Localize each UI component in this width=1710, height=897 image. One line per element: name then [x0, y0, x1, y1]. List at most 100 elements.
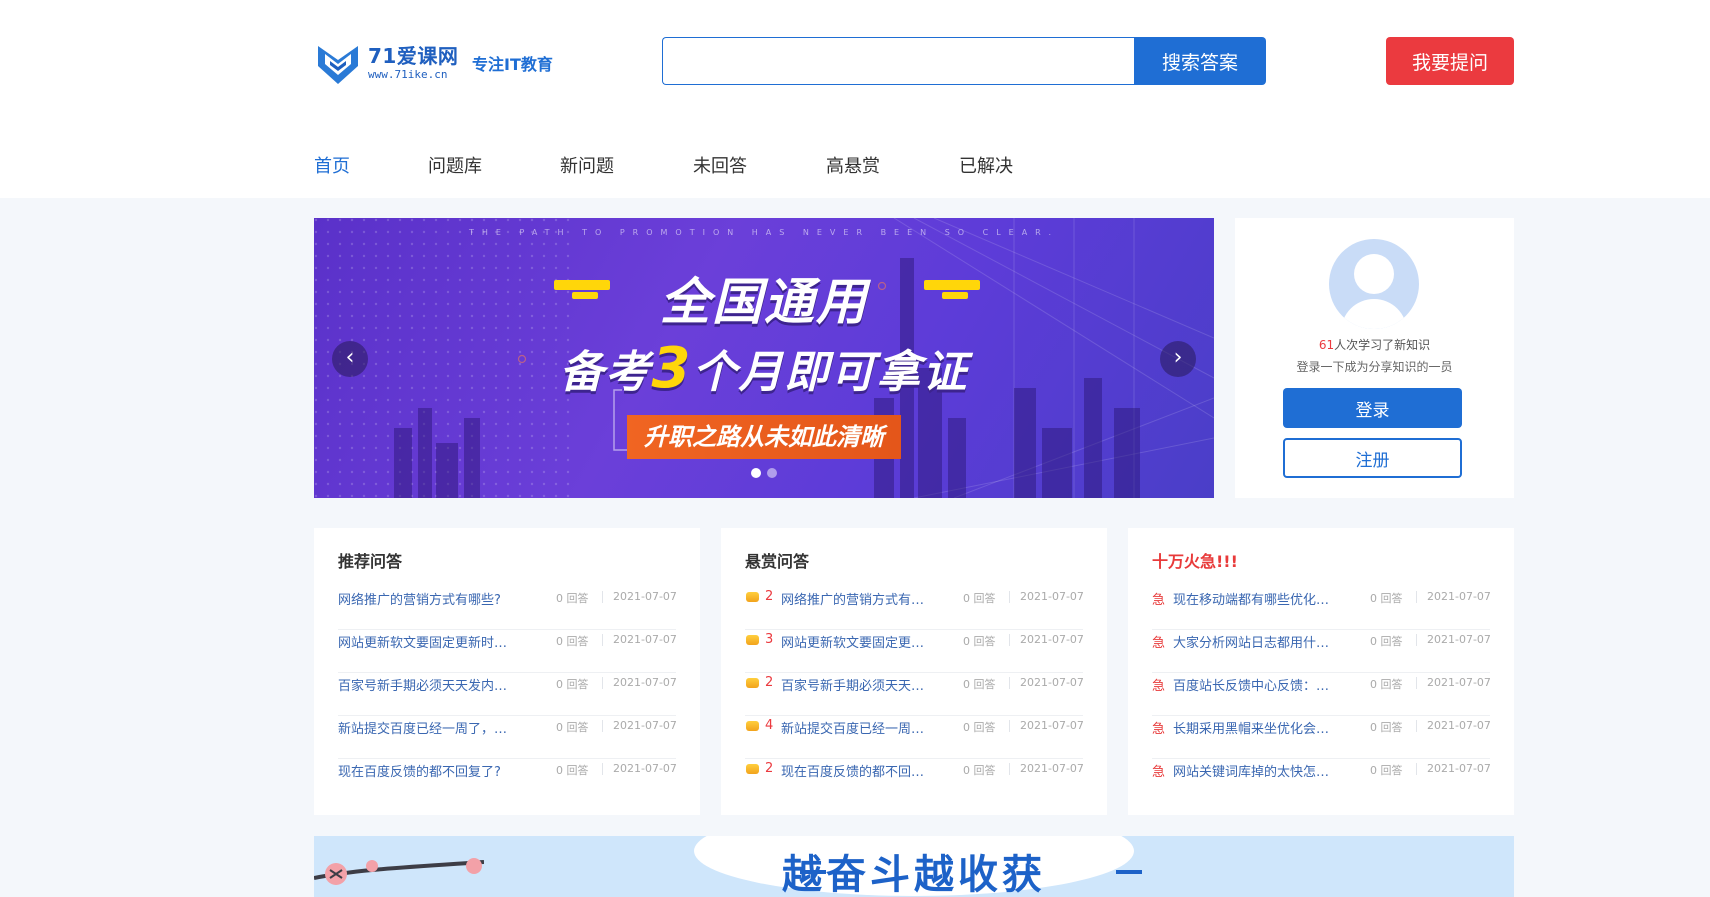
- question-row[interactable]: 现在百度反馈的都不回复了? 0 回答 2021-07-07: [338, 755, 677, 802]
- nav-item-solved[interactable]: 已解决: [959, 152, 1013, 178]
- question-title-link[interactable]: 现在移动端都有哪些优化…: [1173, 589, 1329, 608]
- reward-amount: 2: [765, 589, 774, 604]
- answer-count: 0 回答: [963, 678, 996, 691]
- question-row[interactable]: 2 现在百度反馈的都不回… 0 回答 2021-07-07: [745, 755, 1084, 802]
- urgent-qa-panel: 十万火急!!! 急现在移动端都有哪些优化… 0 回答 2021-07-07 急大家分析…: [1128, 528, 1514, 815]
- question-title-link[interactable]: 长期采用黑帽来坐优化会…: [1173, 718, 1329, 737]
- nav-item-new-questions[interactable]: 新问题: [560, 152, 614, 178]
- banner-prev-button[interactable]: ‹: [332, 341, 368, 377]
- ask-question-button[interactable]: 我要提问: [1386, 37, 1514, 85]
- question-title-link[interactable]: 百度站长反馈中心反馈：…: [1173, 675, 1329, 694]
- nav-item-question-bank[interactable]: 问题库: [428, 152, 482, 178]
- question-row[interactable]: 4 新站提交百度已经一周… 0 回答 2021-07-07: [745, 712, 1084, 759]
- answer-count: 0 回答: [556, 678, 589, 691]
- answer-count: 0 回答: [556, 635, 589, 648]
- question-title-link[interactable]: 新站提交百度已经一周了，…: [338, 718, 507, 737]
- invite-text: 登录一下成为分享知识的一员: [1296, 360, 1453, 374]
- divider: [602, 720, 603, 732]
- answer-count: 0 回答: [963, 592, 996, 605]
- learn-stat: 61人次学习了新知识: [1235, 336, 1514, 353]
- urgent-mark: 急: [1152, 593, 1166, 608]
- search-button[interactable]: 搜索答案: [1134, 37, 1266, 85]
- question-date: 2021-07-07: [613, 590, 677, 603]
- logo-url: www.71ike.cn: [368, 68, 448, 81]
- question-row[interactable]: 急现在移动端都有哪些优化… 0 回答 2021-07-07: [1152, 583, 1491, 630]
- question-date: 2021-07-07: [1020, 590, 1084, 603]
- question-date: 2021-07-07: [613, 762, 677, 775]
- reward-amount: 2: [765, 675, 774, 690]
- question-date: 2021-07-07: [1427, 762, 1491, 775]
- question-row[interactable]: 3 网站更新软文要固定更… 0 回答 2021-07-07: [745, 626, 1084, 673]
- answer-count: 0 回答: [1370, 764, 1403, 777]
- answer-count: 0 回答: [556, 592, 589, 605]
- divider: [1009, 634, 1010, 646]
- banner-title-line2-number: 3: [651, 336, 693, 401]
- question-title-link[interactable]: 网站更新软文要固定更…: [781, 632, 924, 651]
- question-title-link[interactable]: 网络推广的营销方式有哪些?: [338, 589, 501, 608]
- question-date: 2021-07-07: [1427, 633, 1491, 646]
- divider: [602, 677, 603, 689]
- learn-count: 61: [1318, 338, 1335, 352]
- question-date: 2021-07-07: [613, 633, 677, 646]
- site-logo[interactable]: 71爱课网 www.71ike.cn 专注IT教育: [316, 38, 576, 88]
- recommended-qa-panel: 推荐问答 网络推广的营销方式有哪些? 0 回答 2021-07-07 网站更新软文要固…: [314, 528, 700, 815]
- banner-title-line2-prefix: 备考: [559, 347, 652, 398]
- coin-icon: [746, 721, 759, 731]
- question-title-link[interactable]: 新站提交百度已经一周…: [781, 718, 924, 737]
- question-row[interactable]: 急长期采用黑帽来坐优化会… 0 回答 2021-07-07: [1152, 712, 1491, 759]
- search-box: 搜索答案: [662, 37, 1266, 85]
- question-title-link[interactable]: 百家号新手期必须天天发内…: [338, 675, 507, 694]
- divider: [602, 591, 603, 603]
- banner-next-button[interactable]: ›: [1160, 341, 1196, 377]
- panel-title: 悬赏问答: [745, 552, 810, 571]
- question-title-link[interactable]: 网络推广的营销方式有…: [781, 589, 924, 608]
- question-date: 2021-07-07: [1020, 676, 1084, 689]
- learn-text: 人次学习了新知识: [1334, 338, 1431, 352]
- search-input[interactable]: [662, 37, 1135, 85]
- answer-count: 0 回答: [963, 635, 996, 648]
- promo-banner[interactable]: THE PATH TO PROMOTION HAS NEVER BEEN SO …: [314, 218, 1214, 498]
- bottom-banner[interactable]: 越奋斗越收获: [314, 836, 1514, 897]
- question-title-link[interactable]: 百家号新手期必须天天…: [781, 675, 924, 694]
- question-title-link[interactable]: 现在百度反馈的都不回复了?: [338, 761, 501, 780]
- question-row[interactable]: 网络推广的营销方式有哪些? 0 回答 2021-07-07: [338, 583, 677, 630]
- nav-item-unanswered[interactable]: 未回答: [693, 152, 747, 178]
- question-row[interactable]: 急网站关键词库掉的太快怎… 0 回答 2021-07-07: [1152, 755, 1491, 802]
- reward-amount: 4: [765, 718, 774, 733]
- divider: [1416, 720, 1417, 732]
- banner-indicator-1[interactable]: [751, 468, 761, 478]
- question-title-link[interactable]: 现在百度反馈的都不回…: [781, 761, 924, 780]
- question-row[interactable]: 百家号新手期必须天天发内… 0 回答 2021-07-07: [338, 669, 677, 716]
- question-date: 2021-07-07: [1020, 762, 1084, 775]
- banner-tagline: THE PATH TO PROMOTION HAS NEVER BEEN SO …: [469, 228, 1059, 237]
- question-row[interactable]: 2 网络推广的营销方式有… 0 回答 2021-07-07: [745, 583, 1084, 630]
- question-row[interactable]: 2 百家号新手期必须天天… 0 回答 2021-07-07: [745, 669, 1084, 716]
- nav-item-home[interactable]: 首页: [314, 152, 350, 178]
- login-button[interactable]: 登录: [1283, 388, 1462, 428]
- avatar-head: [1354, 254, 1394, 294]
- question-date: 2021-07-07: [613, 676, 677, 689]
- answer-count: 0 回答: [1370, 678, 1403, 691]
- question-title-link[interactable]: 网站更新软文要固定更新时…: [338, 632, 507, 651]
- question-date: 2021-07-07: [613, 719, 677, 732]
- banner-indicator-2[interactable]: [767, 468, 777, 478]
- question-row[interactable]: 急大家分析网站日志都用什… 0 回答 2021-07-07: [1152, 626, 1491, 673]
- divider: [1416, 763, 1417, 775]
- question-date: 2021-07-07: [1427, 676, 1491, 689]
- logo-slogan: 专注IT教育: [472, 55, 553, 74]
- question-date: 2021-07-07: [1020, 719, 1084, 732]
- register-button[interactable]: 注册: [1283, 438, 1462, 478]
- question-title-link[interactable]: 网站关键词库掉的太快怎…: [1173, 761, 1329, 780]
- panel-title: 推荐问答: [338, 552, 403, 571]
- question-row[interactable]: 新站提交百度已经一周了，… 0 回答 2021-07-07: [338, 712, 677, 759]
- banner-title-line2: 备考3个月即可拿证: [314, 336, 1214, 401]
- question-date: 2021-07-07: [1020, 633, 1084, 646]
- urgent-mark: 急: [1152, 722, 1166, 737]
- coin-icon: [746, 635, 759, 645]
- question-title-link[interactable]: 大家分析网站日志都用什…: [1173, 632, 1329, 651]
- question-row[interactable]: 急百度站长反馈中心反馈：… 0 回答 2021-07-07: [1152, 669, 1491, 716]
- question-row[interactable]: 网站更新软文要固定更新时… 0 回答 2021-07-07: [338, 626, 677, 673]
- answer-count: 0 回答: [1370, 635, 1403, 648]
- nav-item-high-reward[interactable]: 高悬赏: [826, 152, 880, 178]
- plum-branch-icon: [314, 858, 484, 885]
